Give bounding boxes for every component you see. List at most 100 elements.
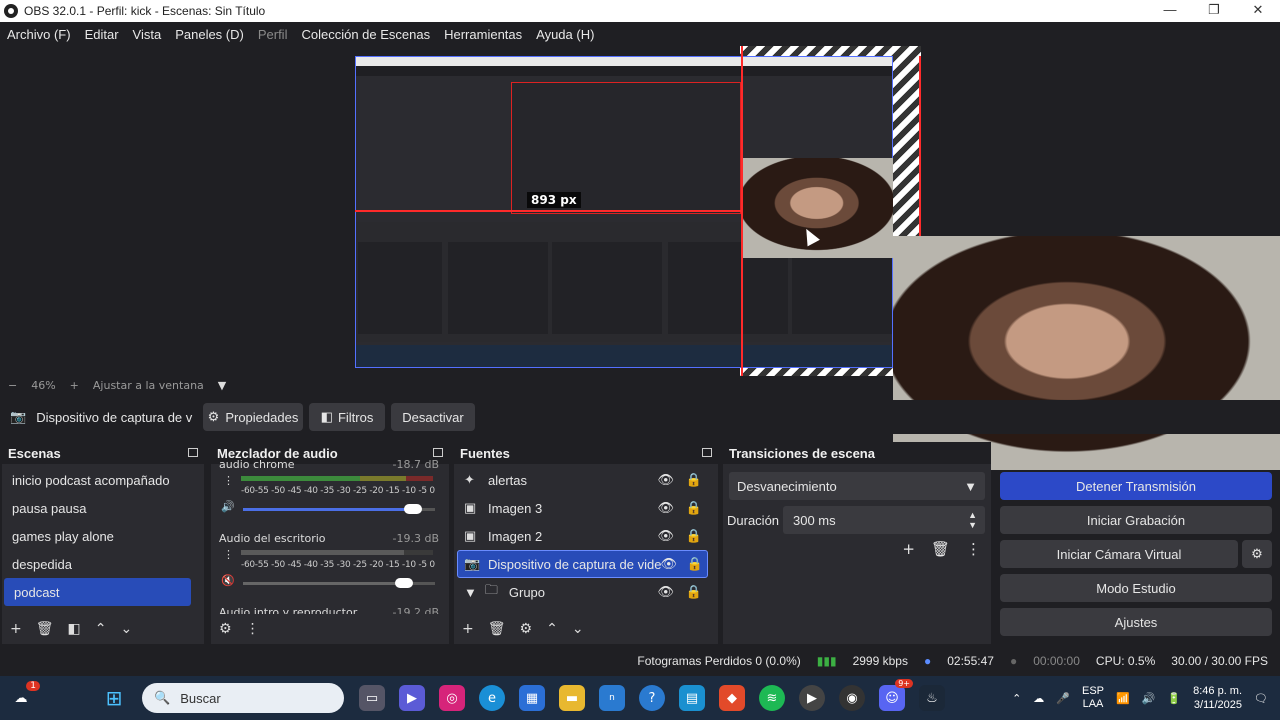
task-view-icon[interactable]: ▭ bbox=[359, 685, 385, 711]
wifi-icon[interactable]: 📶 bbox=[1116, 692, 1130, 705]
chevron-up-icon[interactable]: ⌃ bbox=[1012, 692, 1021, 705]
add-icon[interactable]: + bbox=[902, 540, 915, 558]
scene-item[interactable]: games play alone bbox=[2, 522, 204, 550]
lock-icon[interactable]: 🔒 bbox=[686, 500, 702, 516]
app-window-icon[interactable]: ▤ bbox=[679, 685, 705, 711]
edge-icon[interactable]: e bbox=[479, 685, 505, 711]
dock-icon[interactable] bbox=[702, 448, 712, 457]
visibility-icon[interactable]: 👁 bbox=[660, 556, 677, 572]
visibility-icon[interactable]: 👁 bbox=[657, 584, 674, 600]
minimize-icon[interactable]: — bbox=[1148, 0, 1192, 22]
menu-coleccion-escenas[interactable]: Colección de Escenas bbox=[294, 27, 437, 42]
steam-icon[interactable]: ♨ bbox=[919, 685, 945, 711]
tray-app-icon[interactable]: ☁ bbox=[1033, 692, 1044, 705]
close-icon[interactable]: ✕ bbox=[1236, 0, 1280, 22]
speaker-icon[interactable]: 🔊 bbox=[221, 500, 235, 513]
scene-item-selected[interactable]: podcast bbox=[4, 578, 191, 606]
up-icon[interactable]: ⌃ bbox=[546, 621, 558, 637]
menu-perfil[interactable]: Perfil bbox=[251, 27, 295, 42]
source-item[interactable]: ▼ 🗀 Grupo 👁 🔒 bbox=[454, 578, 718, 606]
filters-button[interactable]: ◧ Filtros bbox=[309, 403, 385, 431]
down-icon[interactable]: ⌄ bbox=[572, 621, 584, 637]
studio-mode-button[interactable]: Modo Estudio bbox=[1000, 574, 1272, 602]
down-icon[interactable]: ⌄ bbox=[120, 621, 132, 637]
meet-icon[interactable]: ▶ bbox=[399, 685, 425, 711]
stepper-icon[interactable]: ▲ ▼ bbox=[968, 510, 977, 530]
scene-item[interactable]: pausa pausa bbox=[2, 494, 204, 522]
webcam-feed-large[interactable] bbox=[893, 236, 1280, 470]
menu-editar[interactable]: Editar bbox=[78, 27, 126, 42]
source-item[interactable]: ▣ Imagen 2 👁 🔒 bbox=[454, 522, 718, 550]
deactivate-button[interactable]: Desactivar bbox=[391, 403, 475, 431]
scene-item[interactable]: despedida bbox=[2, 550, 204, 578]
properties-button[interactable]: ⚙ Propiedades bbox=[203, 403, 303, 431]
trash-icon[interactable]: 🗑 bbox=[36, 621, 54, 637]
duration-input[interactable]: 300 ms ▲ ▼ bbox=[783, 506, 985, 534]
obs-taskbar-icon[interactable]: ◉ bbox=[839, 685, 865, 711]
lock-icon[interactable]: 🔒 bbox=[686, 584, 702, 600]
menu-archivo[interactable]: Archivo (F) bbox=[0, 27, 78, 42]
help-icon[interactable]: ? bbox=[639, 685, 665, 711]
language-indicator[interactable]: ESP LAA bbox=[1082, 685, 1104, 711]
source-item[interactable]: ✦ alertas 👁 🔒 bbox=[454, 466, 718, 494]
widgets-icon[interactable]: ☁ 1 bbox=[8, 681, 40, 711]
store-icon[interactable]: ▦ bbox=[519, 685, 545, 711]
visibility-icon[interactable]: 👁 bbox=[657, 528, 674, 544]
trash-icon[interactable]: 🗑 bbox=[488, 621, 506, 637]
trash-icon[interactable]: 🗑 bbox=[931, 540, 950, 558]
volume-slider[interactable] bbox=[243, 578, 435, 588]
lock-icon[interactable]: 🔒 bbox=[686, 528, 702, 544]
mixer-menu-icon[interactable]: ⋮ bbox=[246, 621, 260, 637]
volume-knob[interactable] bbox=[394, 578, 413, 588]
microphone-icon[interactable]: 🎤 bbox=[1056, 692, 1070, 705]
stop-stream-button[interactable]: Detener Transmisión bbox=[1000, 472, 1272, 500]
spotify-icon[interactable]: ≋ bbox=[759, 685, 785, 711]
menu-ayuda[interactable]: Ayuda (H) bbox=[529, 27, 601, 42]
menu-herramientas[interactable]: Herramientas bbox=[437, 27, 529, 42]
clock[interactable]: 8:46 p. m. 3/11/2025 bbox=[1193, 684, 1242, 712]
volume-knob[interactable] bbox=[404, 504, 423, 514]
maximize-icon[interactable]: ❐ bbox=[1192, 0, 1236, 22]
windows-start-icon[interactable]: ⊞ bbox=[101, 685, 127, 711]
mixer-settings-icon[interactable]: ⚙ bbox=[219, 621, 232, 637]
menu-paneles[interactable]: Paneles (D) bbox=[168, 27, 251, 42]
zoom-dropdown-icon[interactable]: ▼ bbox=[218, 379, 226, 392]
file-explorer-icon[interactable]: ▬ bbox=[559, 685, 585, 711]
add-icon[interactable]: + bbox=[462, 621, 474, 637]
instagram-icon[interactable]: ◎ bbox=[439, 685, 465, 711]
transition-select[interactable]: Desvanecimiento ▼ bbox=[729, 472, 985, 500]
zoom-in-button[interactable]: + bbox=[70, 379, 79, 392]
dock-icon[interactable] bbox=[433, 448, 443, 457]
taskbar-search[interactable]: 🔍 Buscar bbox=[142, 683, 344, 713]
add-icon[interactable]: + bbox=[10, 621, 22, 637]
source-item-selected[interactable]: 📷 Dispositivo de captura de vide 👁 🔒 bbox=[457, 550, 708, 578]
source-item[interactable]: ▣ Imagen 3 👁 🔒 bbox=[454, 494, 718, 522]
settings-button[interactable]: Ajustes bbox=[1000, 608, 1272, 636]
virtual-camera-settings-icon[interactable]: ⚙ bbox=[1242, 540, 1272, 568]
scene-filter-icon[interactable]: ◧ bbox=[68, 621, 81, 637]
dock-icon[interactable] bbox=[188, 448, 198, 457]
volume-icon[interactable]: 🔊 bbox=[1142, 692, 1156, 705]
start-recording-button[interactable]: Iniciar Grabación bbox=[1000, 506, 1272, 534]
lock-icon[interactable]: 🔒 bbox=[687, 556, 703, 572]
virtual-camera-button[interactable]: Iniciar Cámara Virtual bbox=[1000, 540, 1238, 568]
scene-item[interactable]: inicio podcast acompañado bbox=[2, 466, 204, 494]
brave-icon[interactable]: ◆ bbox=[719, 685, 745, 711]
notification-icon[interactable]: 🗨 bbox=[1254, 692, 1268, 705]
speaker-muted-icon[interactable]: 🔇 bbox=[221, 574, 235, 587]
media-player-icon[interactable]: ▶ bbox=[799, 685, 825, 711]
channel-menu-icon[interactable]: ⋮ bbox=[223, 548, 234, 561]
battery-icon[interactable]: 🔋 bbox=[1167, 692, 1181, 705]
app-icon[interactable]: n bbox=[599, 685, 625, 711]
fit-window-button[interactable]: Ajustar a la ventana bbox=[93, 379, 204, 392]
volume-slider[interactable] bbox=[243, 504, 435, 514]
menu-vista[interactable]: Vista bbox=[126, 27, 169, 42]
discord-icon[interactable]: ☺ 9+ bbox=[879, 679, 913, 711]
menu-dots-icon[interactable]: ⋮ bbox=[966, 540, 981, 558]
expand-icon[interactable]: ▼ bbox=[464, 585, 477, 600]
zoom-out-button[interactable]: − bbox=[8, 379, 17, 392]
visibility-icon[interactable]: 👁 bbox=[657, 472, 674, 488]
channel-menu-icon[interactable]: ⋮ bbox=[223, 474, 234, 487]
up-icon[interactable]: ⌃ bbox=[95, 621, 107, 637]
visibility-icon[interactable]: 👁 bbox=[657, 500, 674, 516]
